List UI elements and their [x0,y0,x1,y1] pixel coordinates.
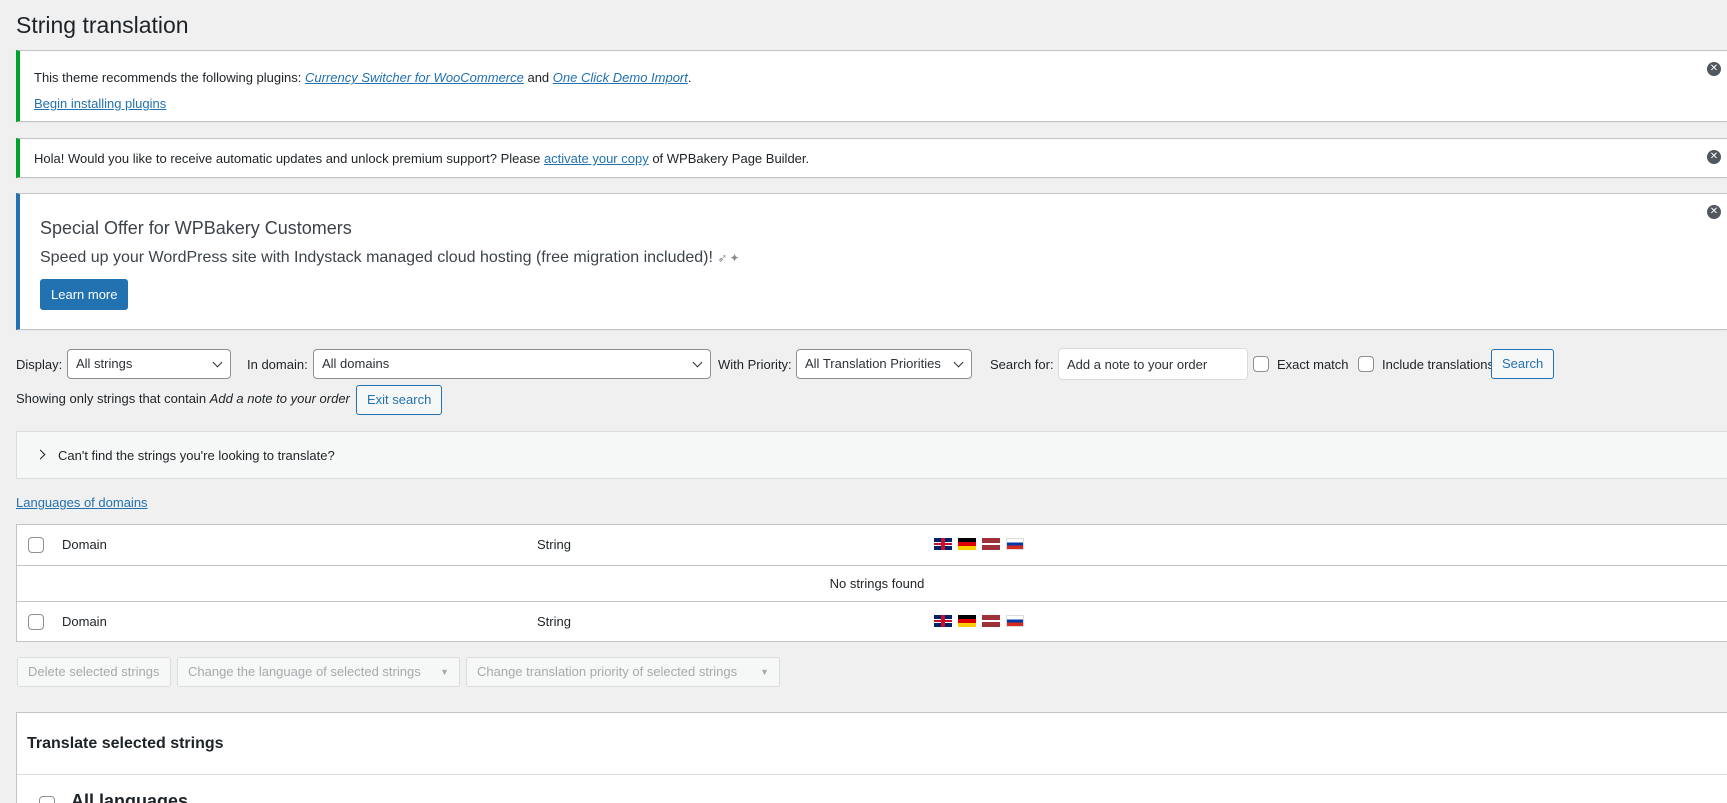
lv-flag-icon [982,538,1000,550]
change-priority-select[interactable]: Change translation priority of selected … [466,657,780,687]
strings-table: Domain String No strings found Domain St… [16,524,1727,642]
caret-down-icon: ▼ [760,667,769,677]
wpbakery-notice: Hola! Would you like to receive automati… [16,138,1727,178]
select-all-checkbox-footer[interactable] [28,614,44,630]
de-flag-icon [958,615,976,627]
include-translations-checkbox[interactable] [1358,356,1374,372]
dismiss-icon[interactable]: ✕ [1707,150,1721,164]
chevron-right-icon [35,449,46,460]
dismiss-icon[interactable]: ✕ [1707,205,1721,219]
column-domain[interactable]: Domain [62,537,107,552]
lv-flag-icon [982,615,1000,627]
gb-flag-icon [934,538,952,550]
begin-installing-link[interactable]: Begin installing plugins [34,96,166,111]
wpbakery-notice-text: Hola! Would you like to receive automati… [34,151,810,166]
delete-selected-button[interactable]: Delete selected strings [17,657,171,687]
currency-switcher-link[interactable]: Currency Switcher for WooCommerce [305,70,524,85]
activate-copy-link[interactable]: activate your copy [544,151,649,166]
rocket-icon: ➶✦ [717,251,742,265]
exit-search-button[interactable]: Exit search [356,385,443,415]
table-header-row: Domain String [17,525,1727,566]
column-domain-footer[interactable]: Domain [62,614,107,629]
learn-more-button[interactable]: Learn more [40,279,129,310]
page-title: String translation [16,12,189,38]
language-flags [934,615,1024,627]
domain-label: In domain: [247,357,308,372]
chevron-down-icon [212,357,223,368]
one-click-demo-link[interactable]: One Click Demo Import [553,70,688,85]
divider [17,774,1727,775]
caret-down-icon: ▼ [440,667,449,677]
gb-flag-icon [934,615,952,627]
search-input[interactable] [1058,348,1248,380]
exact-match-label: Exact match [1277,357,1349,372]
ru-flag-icon [1006,615,1024,627]
select-all-checkbox[interactable] [28,537,44,553]
offer-description: Speed up your WordPress site with Indyst… [40,249,742,266]
search-button[interactable]: Search [1491,349,1555,379]
help-toggle-label: Can't find the strings you're looking to… [58,448,335,463]
ru-flag-icon [1006,538,1024,550]
plugins-notice: This theme recommends the following plug… [16,50,1727,122]
no-strings-message: No strings found [829,576,925,591]
de-flag-icon [958,538,976,550]
languages-of-domains-link[interactable]: Languages of domains [16,495,148,510]
include-translations-label: Include translations [1382,357,1495,372]
offer-title: Special Offer for WPBakery Customers [40,218,352,238]
exact-match-checkbox[interactable] [1253,356,1269,372]
dismiss-icon[interactable]: ✕ [1707,62,1721,76]
column-string[interactable]: String [537,537,571,552]
domain-select[interactable]: All domains [313,349,711,379]
search-status: Showing only strings that contain Add a … [16,391,350,406]
language-flags [934,538,1024,550]
all-languages-label: All languages [71,791,189,803]
all-languages-checkbox[interactable] [39,796,55,803]
priority-select[interactable]: All Translation Priorities [796,349,972,379]
table-footer-row: Domain String [17,602,1727,642]
offer-notice: Special Offer for WPBakery Customers Spe… [16,193,1727,330]
display-select[interactable]: All strings [67,349,231,379]
display-label: Display: [16,357,63,372]
help-toggle[interactable]: Can't find the strings you're looking to… [16,431,1727,479]
filters-bar: Display: All strings In domain: All doma… [16,348,1727,380]
search-label: Search for: [990,357,1054,372]
translate-panel-title: Translate selected strings [27,735,224,752]
plugins-notice-text: This theme recommends the following plug… [34,70,692,85]
chevron-down-icon [692,357,703,368]
priority-label: With Priority: [718,357,792,372]
chevron-down-icon [953,357,964,368]
translate-panel: Translate selected strings All languages [16,712,1727,803]
change-language-select[interactable]: Change the language of selected strings … [177,657,460,687]
column-string-footer[interactable]: String [537,614,571,629]
table-row: No strings found [17,566,1727,602]
